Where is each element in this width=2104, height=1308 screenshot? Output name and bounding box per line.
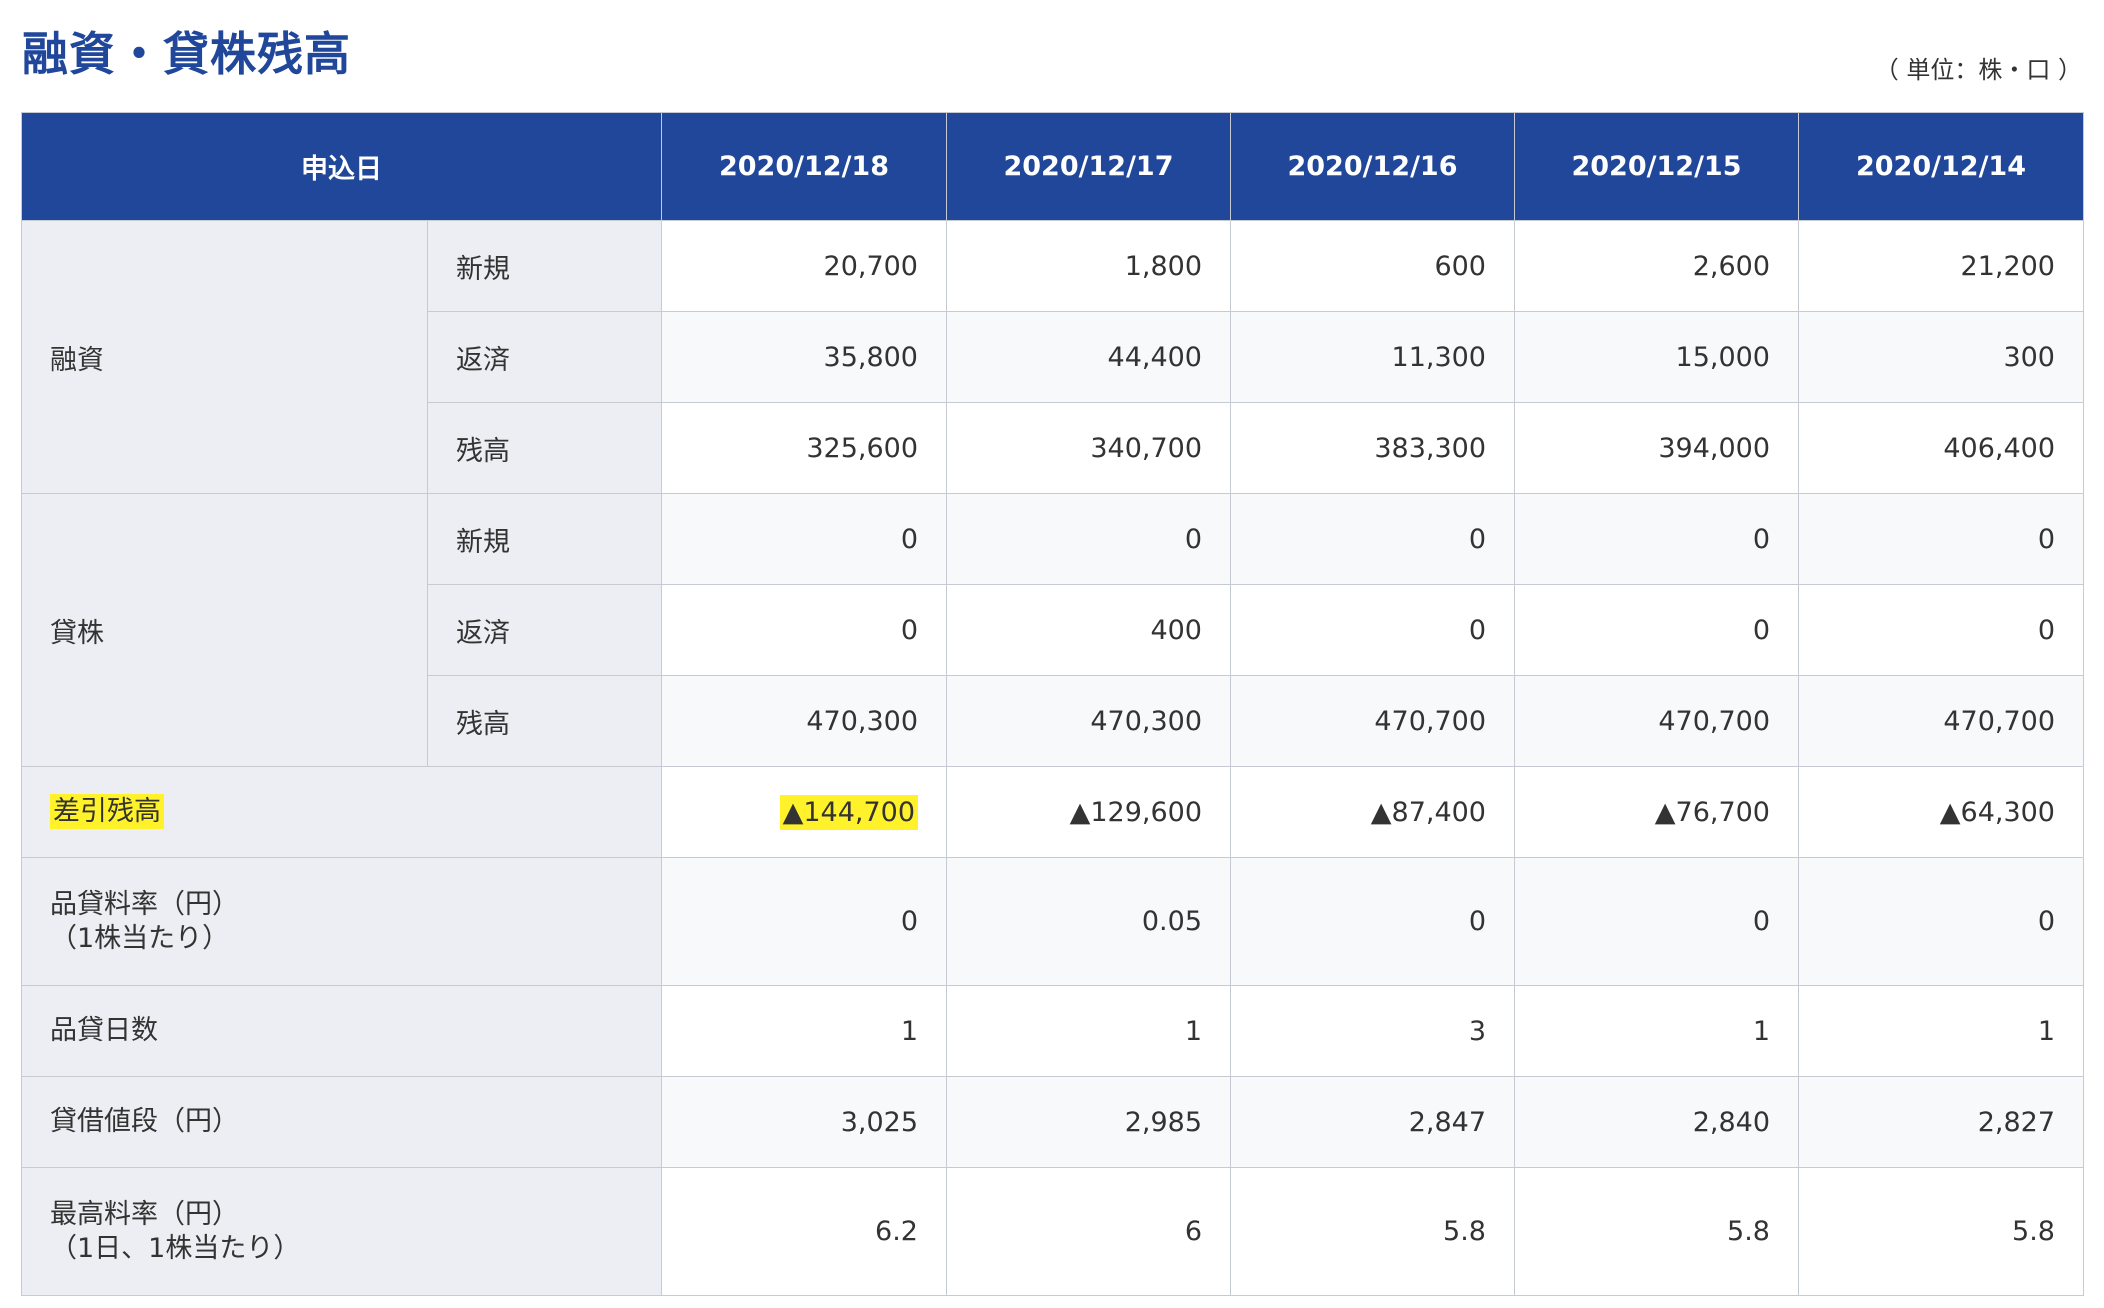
value-cell: 1 [661,985,947,1077]
value-cell: 0 [1514,584,1799,676]
label-line: （1日、1株当たり） [50,1232,301,1264]
value-cell: 0 [1230,857,1515,986]
value-cell: 5.8 [1230,1167,1515,1296]
margin-balance-table: 申込日 2020/12/18 2020/12/17 2020/12/16 202… [21,112,2084,1296]
value-cell: 383,300 [1230,402,1515,494]
header-date: 2020/12/16 [1230,112,1515,221]
value-cell: 3 [1230,985,1515,1077]
table-row: 最高料率（円） （1日、1株当たり） 6.2 6 5.8 5.8 5.8 [21,1167,2084,1296]
value-cell: ▲87,400 [1230,766,1515,858]
value-cell: ▲76,700 [1514,766,1799,858]
unit-note: （ 単位：株・口 ） [1874,56,2082,84]
value-cell: 470,300 [946,675,1231,767]
value-cell: ▲144,700 [661,766,947,858]
value-cell: 6.2 [661,1167,947,1296]
value-cell: 0 [661,857,947,986]
value-cell: 20,700 [661,220,947,312]
value-cell: 470,700 [1230,675,1515,767]
header-date: 2020/12/18 [661,112,947,221]
table-row: 差引残高 ▲144,700 ▲129,600 ▲87,400 ▲76,700 ▲… [21,766,2084,858]
header-date: 2020/12/14 [1798,112,2084,221]
value-cell: 2,600 [1514,220,1799,312]
value-cell: 406,400 [1798,402,2084,494]
value-cell: 0 [1798,584,2084,676]
table-row: 貸株 新規 0 0 0 0 0 [21,493,2084,767]
value-cell: 394,000 [1514,402,1799,494]
value-cell: 0 [946,493,1231,585]
value-cell: 300 [1798,311,2084,403]
value-cell: 0 [1798,857,2084,986]
value-cell: 470,700 [1798,675,2084,767]
row-label-net-balance: 差引残高 [21,766,662,858]
value-cell: 400 [946,584,1231,676]
value-cell: 1,800 [946,220,1231,312]
value-cell: 15,000 [1514,311,1799,403]
row-label-repay: 返済 [427,584,662,676]
row-label-balance: 残高 [427,402,662,494]
value-cell: 5.8 [1798,1167,2084,1296]
row-label-new: 新規 [427,493,662,585]
row-label-fee-days: 品貸日数 [21,985,662,1077]
table-row: 品貸日数 1 1 3 1 1 [21,985,2084,1077]
value-cell: 2,847 [1230,1076,1515,1168]
value-cell: 21,200 [1798,220,2084,312]
header-date: 2020/12/15 [1514,112,1799,221]
value-cell: 1 [946,985,1231,1077]
row-label-fee-rate: 品貸料率（円） （1株当たり） [21,857,662,986]
value-cell: 470,700 [1514,675,1799,767]
value-cell: 325,600 [661,402,947,494]
header-row: 申込日 2020/12/18 2020/12/17 2020/12/16 202… [21,112,2084,221]
highlighted-value: ▲144,700 [779,794,918,830]
row-group-label-yushi: 融資 [21,220,428,494]
value-cell: 0 [661,584,947,676]
value-cell: 2,840 [1514,1076,1799,1168]
value-cell: 0 [1514,493,1799,585]
table-row: 融資 新規 20,700 1,800 600 2,600 21,200 [21,220,2084,494]
value-cell: 0 [661,493,947,585]
value-cell: 0.05 [946,857,1231,986]
label-line: 品貸料率（円） [50,888,239,920]
value-cell: 11,300 [1230,311,1515,403]
value-cell: 44,400 [946,311,1231,403]
row-label-new: 新規 [427,220,662,312]
value-cell: 2,827 [1798,1076,2084,1168]
value-cell: 3,025 [661,1076,947,1168]
value-cell: ▲129,600 [946,766,1231,858]
label-line: （1株当たり） [50,922,230,954]
label-line: 最高料率（円） [50,1198,239,1230]
table-row: 品貸料率（円） （1株当たり） 0 0.05 0 0 0 [21,857,2084,986]
row-label-repay: 返済 [427,311,662,403]
value-cell: 600 [1230,220,1515,312]
value-cell: 5.8 [1514,1167,1799,1296]
value-cell: 1 [1514,985,1799,1077]
value-cell: 1 [1798,985,2084,1077]
header-application-date: 申込日 [21,112,662,221]
header-date: 2020/12/17 [946,112,1231,221]
highlighted-label: 差引残高 [50,794,164,829]
row-label-max-rate: 最高料率（円） （1日、1株当たり） [21,1167,662,1296]
value-cell: 0 [1514,857,1799,986]
value-cell: 35,800 [661,311,947,403]
table-row: 貸借値段（円） 3,025 2,985 2,847 2,840 2,827 [21,1076,2084,1168]
row-label-balance: 残高 [427,675,662,767]
value-cell: 470,300 [661,675,947,767]
value-cell: 0 [1230,493,1515,585]
value-cell: ▲64,300 [1798,766,2084,858]
value-cell: 0 [1230,584,1515,676]
value-cell: 0 [1798,493,2084,585]
page: 融資・貸株残高 （ 単位：株・口 ） 申込日 2020/12/18 2020/1… [0,0,2104,1308]
value-cell: 2,985 [946,1076,1231,1168]
page-title: 融資・貸株残高 [22,27,351,81]
value-cell: 340,700 [946,402,1231,494]
row-label-price: 貸借値段（円） [21,1076,662,1168]
row-group-label-kashikabu: 貸株 [21,493,428,767]
value-cell: 6 [946,1167,1231,1296]
